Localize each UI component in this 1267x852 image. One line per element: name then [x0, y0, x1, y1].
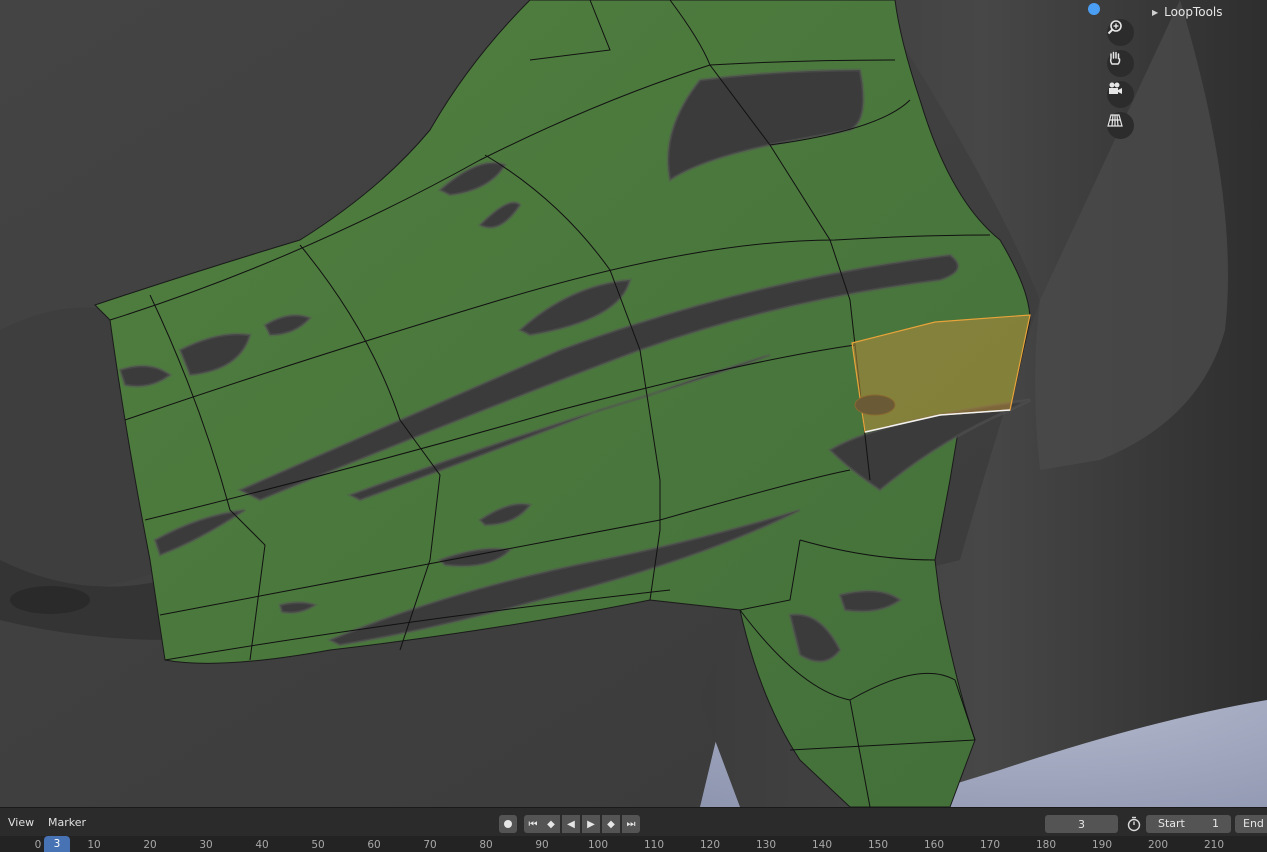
hand-pan-icon[interactable] [1107, 50, 1134, 77]
end-label: End [1243, 817, 1264, 830]
jump-to-end-button[interactable]: ⏭ [622, 815, 640, 833]
jump-to-next-keyframe-button[interactable]: ◆ [602, 815, 620, 833]
ruler-tick-label: 200 [1147, 839, 1169, 851]
panel-label: LoopTools [1164, 5, 1223, 19]
ruler-tick-label: 210 [1203, 839, 1225, 851]
ruler-tick-label: 50 [311, 839, 325, 851]
start-label: Start [1158, 817, 1185, 830]
ruler-tick-label: 20 [143, 839, 157, 851]
record-icon [504, 820, 512, 828]
ruler-tick-label: 80 [479, 839, 493, 851]
stopwatch-icon[interactable] [1125, 815, 1143, 833]
ruler-tick-label: 120 [699, 839, 721, 851]
ruler-tick-label: 180 [1035, 839, 1057, 851]
ruler-tick-label: 10 [87, 839, 101, 851]
ruler-tick-label: 160 [923, 839, 945, 851]
current-frame-field[interactable]: 3 [1045, 815, 1118, 833]
start-frame-field[interactable]: Start 1 [1146, 815, 1231, 833]
timeline-ruler[interactable]: 2210200190180170160150140130120110100908… [0, 836, 1267, 852]
ruler-tick-label: 60 [367, 839, 381, 851]
ruler-tick-label: 170 [979, 839, 1001, 851]
ruler-tick-label: 190 [1091, 839, 1113, 851]
end-frame-field[interactable]: End [1235, 815, 1267, 833]
play-reverse-button[interactable]: ◀ [562, 815, 580, 833]
ruler-tick-label: 70 [423, 839, 437, 851]
zoom-icon[interactable] [1107, 19, 1134, 46]
timeline-header: View Marker ⏮ ◆ ◀ ▶ ◆ ⏭ 3 Start 1 End [0, 807, 1267, 836]
ruler-tick-label: 90 [535, 839, 549, 851]
3d-viewport[interactable]: ▶ LoopTools [0, 0, 1267, 807]
perspective-grid-icon[interactable] [1107, 112, 1134, 139]
jump-to-prev-keyframe-button[interactable]: ◆ [542, 815, 560, 833]
ruler-tick-label: 130 [755, 839, 777, 851]
ruler-tick-label: 140 [811, 839, 833, 851]
camera-icon[interactable] [1107, 81, 1134, 108]
ruler-tick-label: 30 [199, 839, 213, 851]
expand-triangle-icon[interactable]: ▶ [1152, 8, 1158, 17]
ruler-tick-label: 110 [643, 839, 665, 851]
ruler-tick-label: 40 [255, 839, 269, 851]
ruler-tick-label: 150 [867, 839, 889, 851]
ruler-tick-label: 100 [587, 839, 609, 851]
record-button[interactable] [499, 815, 517, 833]
start-value: 1 [1212, 817, 1219, 830]
menu-marker[interactable]: Marker [48, 816, 86, 829]
jump-to-start-button[interactable]: ⏮ [524, 815, 542, 833]
current-frame-indicator[interactable]: 3 [44, 836, 70, 852]
sidebar-panel-looptools[interactable]: ▶ LoopTools [1152, 5, 1223, 19]
menu-view[interactable]: View [8, 816, 34, 829]
status-dot [1088, 3, 1100, 15]
mesh-render [0, 0, 1267, 807]
ruler-tick-label: 0 [34, 839, 42, 851]
play-button[interactable]: ▶ [582, 815, 600, 833]
